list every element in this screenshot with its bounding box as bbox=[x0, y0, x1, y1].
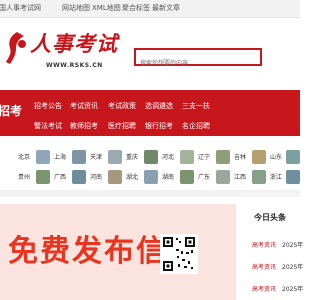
city-thumbnail[interactable] bbox=[216, 150, 230, 164]
sidebar-title: 今日头条 bbox=[254, 213, 286, 222]
city-link[interactable]: 吉林 bbox=[234, 152, 246, 161]
city-thumbnail[interactable] bbox=[72, 150, 86, 164]
city-link[interactable]: 天津 bbox=[90, 152, 102, 161]
city-link[interactable]: 湖南 bbox=[162, 172, 174, 181]
city-link[interactable]: 辽宁 bbox=[198, 152, 210, 161]
city-link[interactable]: 贵州 bbox=[18, 172, 30, 181]
headline-title[interactable]: 2025年 bbox=[282, 286, 303, 293]
section-divider bbox=[0, 190, 300, 197]
city-thumbnail[interactable] bbox=[108, 150, 122, 164]
logo-mark-icon bbox=[6, 32, 26, 64]
city-link[interactable]: 河南 bbox=[90, 172, 102, 181]
city-thumbnail[interactable] bbox=[180, 170, 194, 184]
city-link[interactable]: 河北 bbox=[162, 152, 174, 161]
city-link[interactable]: 湖北 bbox=[126, 172, 138, 181]
search-box bbox=[134, 48, 262, 71]
city-link[interactable]: 广西 bbox=[54, 172, 66, 181]
nav-item-announcements[interactable]: 招考公告 bbox=[34, 101, 62, 111]
headline-category[interactable]: 高考资讯 bbox=[252, 264, 276, 271]
main-nav: 招考 招考公告 考试资讯 考试政策 选调遴选 三支一扶 警法考试 教师招考 医疗… bbox=[0, 90, 300, 136]
city-thumbnail[interactable] bbox=[144, 170, 158, 184]
nav-item-police[interactable]: 警法考试 bbox=[34, 121, 62, 131]
city-grid: 北京 上海 天津 重庆 河北 辽宁 吉林 山东 贵州 广西 河南 湖北 湖南 广… bbox=[0, 140, 300, 188]
topbar-link-home[interactable]: 全国人事考试网 bbox=[0, 3, 41, 13]
city-thumbnail[interactable] bbox=[252, 150, 266, 164]
city-link[interactable]: 上海 bbox=[54, 152, 66, 161]
site-logo[interactable]: 人事考试 WWW.RSKS.CN bbox=[6, 28, 134, 80]
city-link[interactable]: 北京 bbox=[18, 152, 30, 161]
promo-banner[interactable]: 免费发布信息 bbox=[0, 204, 236, 300]
city-thumbnail[interactable] bbox=[144, 150, 158, 164]
headline-title[interactable]: 2025年 bbox=[282, 264, 303, 271]
topbar-link-tags[interactable]: 聚合标签 bbox=[122, 3, 150, 13]
headline-item[interactable]: 高考资讯 2025年 bbox=[252, 240, 303, 249]
city-link[interactable]: 广东 bbox=[198, 172, 210, 181]
logo-name: 人事考试 bbox=[30, 31, 118, 56]
city-thumbnail[interactable] bbox=[36, 170, 50, 184]
city-thumbnail[interactable] bbox=[108, 170, 122, 184]
sidebar-headlines: 今日头条 高考资讯 2025年 高考资讯 2025年 高考资讯 2025年 bbox=[246, 204, 303, 300]
nav-item-selection[interactable]: 选调遴选 bbox=[145, 101, 173, 111]
topbar-link-latest[interactable]: 最新文章 bbox=[152, 3, 180, 13]
city-thumbnail[interactable] bbox=[286, 150, 300, 164]
city-thumbnail[interactable] bbox=[180, 150, 194, 164]
top-bar: 全国人事考试网 网站地图 XML地图 聚合标签 最新文章 bbox=[0, 0, 300, 18]
site-header: 人事考试 WWW.RSKS.CN bbox=[0, 18, 300, 82]
city-link[interactable]: 江西 bbox=[234, 172, 246, 181]
city-thumbnail[interactable] bbox=[72, 170, 86, 184]
nav-item-news[interactable]: 考试资讯 bbox=[70, 101, 98, 111]
city-link[interactable]: 重庆 bbox=[126, 152, 138, 161]
logo-url: WWW.RSKS.CN bbox=[46, 62, 103, 69]
nav-item-medical[interactable]: 医疗招聘 bbox=[108, 121, 136, 131]
city-link[interactable]: 浙江 bbox=[270, 172, 282, 181]
city-thumbnail[interactable] bbox=[216, 170, 230, 184]
nav-item-policy[interactable]: 考试政策 bbox=[108, 101, 136, 111]
headline-title[interactable]: 2025年 bbox=[282, 242, 303, 249]
city-link[interactable]: 山东 bbox=[270, 152, 282, 161]
nav-item-teacher[interactable]: 教师招考 bbox=[70, 121, 98, 131]
nav-item-sanzhi[interactable]: 三支一扶 bbox=[182, 101, 210, 111]
topbar-link-sitemap[interactable]: 网站地图 bbox=[62, 3, 90, 13]
city-thumbnail[interactable] bbox=[252, 170, 266, 184]
search-input[interactable] bbox=[136, 56, 260, 71]
city-thumbnail[interactable] bbox=[36, 150, 50, 164]
nav-item-company[interactable]: 名企招聘 bbox=[182, 121, 210, 131]
nav-brand[interactable]: 招考 bbox=[0, 102, 22, 119]
headline-item[interactable]: 高考资讯 2025年 bbox=[252, 262, 303, 271]
headline-item[interactable]: 高考资讯 2025年 bbox=[252, 284, 303, 293]
headline-category[interactable]: 高考资讯 bbox=[252, 286, 276, 293]
city-thumbnail[interactable] bbox=[286, 170, 300, 184]
topbar-link-xml[interactable]: XML地图 bbox=[92, 3, 121, 13]
headline-category[interactable]: 高考资讯 bbox=[252, 242, 276, 249]
nav-item-bank[interactable]: 银行招考 bbox=[145, 121, 173, 131]
qr-code-icon bbox=[160, 234, 198, 274]
